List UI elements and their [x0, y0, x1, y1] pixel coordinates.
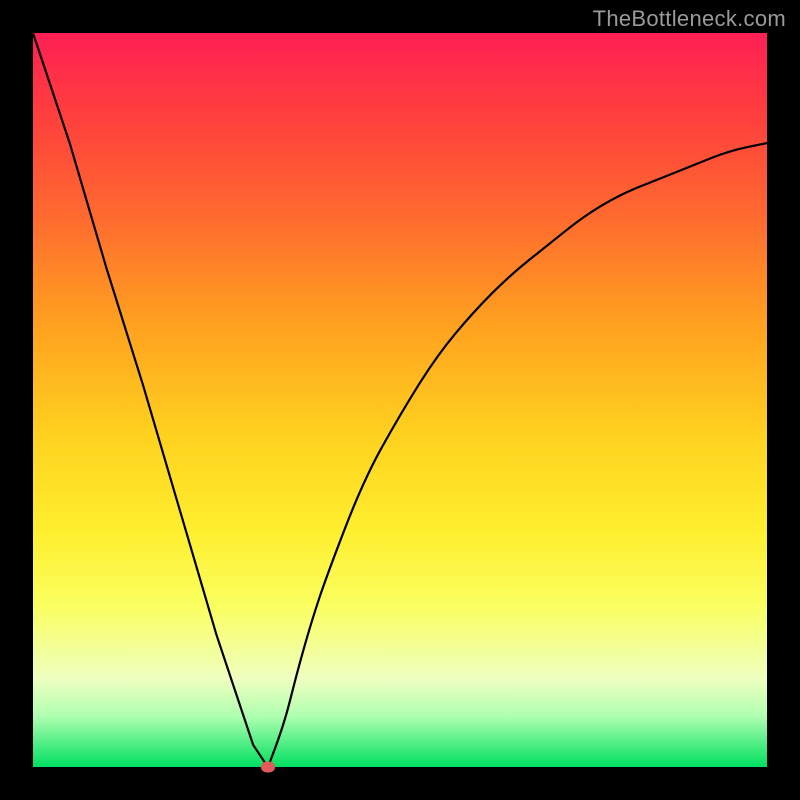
watermark-text: TheBottleneck.com [593, 6, 786, 32]
curve-left-branch [33, 33, 268, 767]
chart-curves-svg [33, 33, 767, 767]
chart-minimum-marker [261, 762, 275, 773]
curve-right-branch [268, 143, 767, 767]
chart-plot-area [33, 33, 767, 767]
